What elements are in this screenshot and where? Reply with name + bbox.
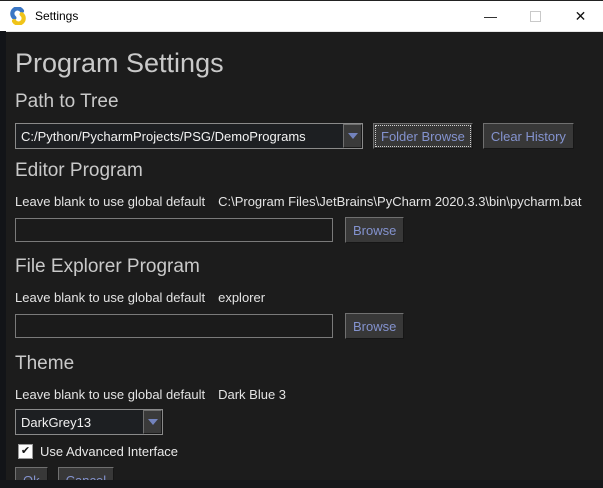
- theme-default-row: Leave blank to use global default Dark B…: [15, 387, 593, 402]
- maximize-icon: [530, 11, 541, 22]
- theme-combo[interactable]: DarkGrey13: [15, 409, 163, 435]
- explorer-browse-button[interactable]: Browse: [345, 313, 404, 339]
- theme-combo-dropdown-button[interactable]: [143, 410, 162, 434]
- editor-default-row: Leave blank to use global default C:\Pro…: [15, 194, 593, 209]
- file-explorer-input[interactable]: [15, 314, 333, 338]
- editor-input-row: Browse: [15, 217, 593, 243]
- advanced-interface-row: ✔ Use Advanced Interface: [15, 444, 593, 459]
- close-button[interactable]: ✕: [558, 1, 603, 31]
- path-combo[interactable]: C:/Python/PycharmProjects/PSG/DemoProgra…: [15, 123, 363, 149]
- explorer-input-row: Browse: [15, 313, 593, 339]
- minimize-icon: —: [484, 9, 497, 24]
- editor-browse-button[interactable]: Browse: [345, 217, 404, 243]
- maximize-button[interactable]: [513, 1, 558, 31]
- editor-default-value: C:\Program Files\JetBrains\PyCharm 2020.…: [218, 194, 581, 209]
- window-title: Settings: [35, 9, 78, 23]
- editor-default-hint: Leave blank to use global default: [15, 194, 205, 209]
- pysimplegui-logo-icon: [9, 7, 27, 25]
- chevron-down-icon: [348, 133, 358, 139]
- explorer-default-hint: Leave blank to use global default: [15, 290, 205, 305]
- explorer-default-row: Leave blank to use global default explor…: [15, 290, 593, 305]
- titlebar: Settings — ✕: [0, 1, 603, 32]
- section-heading-editor-program: Editor Program: [15, 158, 593, 184]
- folder-browse-button[interactable]: Folder Browse: [373, 123, 473, 149]
- window-left-edge: [0, 31, 6, 488]
- window-controls: — ✕: [468, 1, 603, 31]
- close-icon: ✕: [575, 8, 587, 25]
- section-heading-theme: Theme: [15, 351, 593, 377]
- settings-window: Settings — ✕ Program Settings Path to Tr…: [0, 0, 603, 488]
- theme-combo-value: DarkGrey13: [16, 410, 143, 434]
- checkmark-icon: ✔: [21, 446, 30, 457]
- settings-content: Program Settings Path to Tree C:/Python/…: [0, 32, 603, 488]
- editor-program-input[interactable]: [15, 218, 333, 242]
- advanced-interface-checkbox[interactable]: ✔: [18, 444, 33, 459]
- theme-default-hint: Leave blank to use global default: [15, 387, 205, 402]
- path-to-tree-row: C:/Python/PycharmProjects/PSG/DemoProgra…: [15, 123, 593, 149]
- clear-history-button[interactable]: Clear History: [483, 123, 574, 149]
- advanced-interface-label: Use Advanced Interface: [40, 444, 178, 459]
- page-title: Program Settings: [15, 46, 593, 80]
- section-heading-file-explorer: File Explorer Program: [15, 254, 593, 280]
- path-combo-value: C:/Python/PycharmProjects/PSG/DemoProgra…: [16, 124, 343, 148]
- explorer-default-value: explorer: [218, 290, 265, 305]
- window-bottom-edge: [0, 480, 603, 488]
- section-heading-path-to-tree: Path to Tree: [15, 89, 593, 115]
- path-combo-dropdown-button[interactable]: [343, 124, 362, 148]
- theme-default-value: Dark Blue 3: [218, 387, 286, 402]
- minimize-button[interactable]: —: [468, 1, 513, 31]
- chevron-down-icon: [148, 419, 158, 425]
